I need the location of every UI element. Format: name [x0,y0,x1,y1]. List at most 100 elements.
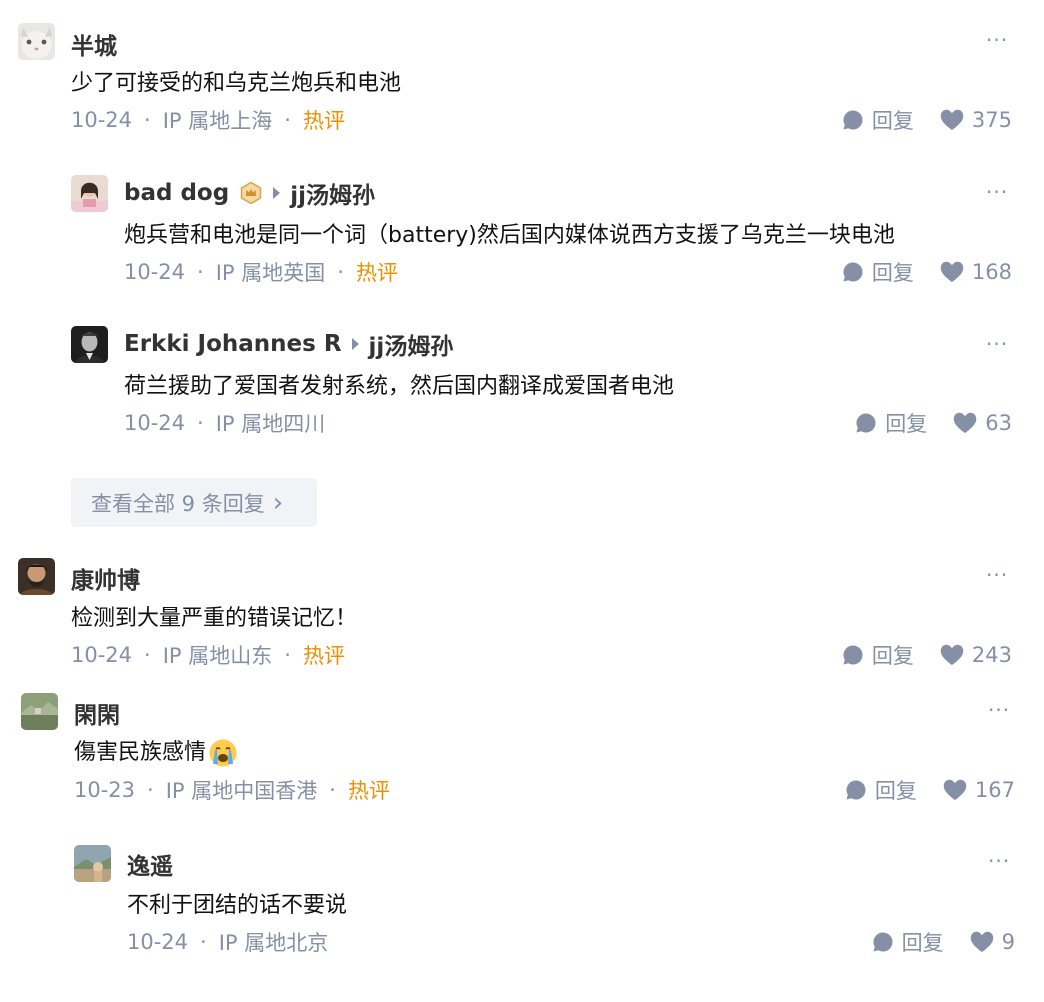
heart-icon [954,412,977,433]
comment-author[interactable]: 閑閑 [74,696,120,730]
comment-actions: 回复 167 [845,775,1015,805]
more-options-icon[interactable]: ··· [988,851,1010,871]
heart-icon [940,644,964,665]
author-name[interactable]: 閑閑 [74,696,120,730]
heart-icon [940,109,964,130]
separator-dot: · [200,930,207,954]
like-count: 9 [1001,930,1015,954]
separator-dot: · [147,778,154,802]
more-options-icon[interactable]: ··· [986,334,1008,354]
comment-actions: 回复 9 [872,927,1015,957]
separator-dot: · [144,108,151,132]
like-button[interactable]: 63 [953,411,1012,435]
ip-location: IP 属地北京 [218,931,329,955]
ip-location: IP 属地山东 [162,644,273,668]
chat-bubble-icon [873,932,893,952]
chat-bubble-icon [843,110,863,130]
comment-meta: 10-24 · IP 属地英国 · 热评 [124,257,398,287]
reply-label: 回复 [871,109,914,133]
like-count: 168 [971,260,1012,284]
separator-dot: · [284,643,291,667]
view-all-replies-button[interactable]: 查看全部 9 条回复 › [71,478,317,527]
comment-actions: 回复 375 [842,105,1012,135]
heart-icon [970,931,993,952]
reply-label: 回复 [885,412,928,436]
crown-badge-icon [240,181,262,205]
reply-to-user[interactable]: jj汤姆孙 [290,176,375,210]
author-name[interactable]: bad dog [124,180,229,206]
comment-meta: 10-24 · IP 属地山东 · 热评 [71,640,345,670]
comment-author: Erkki Johannes R jj汤姆孙 [124,327,453,361]
reply-button[interactable]: 回复 [842,105,914,135]
hot-comment-tag: 热评 [302,644,345,668]
chat-bubble-icon [843,645,863,665]
comment-author[interactable]: 逸遥 [127,847,173,881]
like-button[interactable]: 167 [943,778,1015,802]
hot-comment-tag: 热评 [347,779,390,803]
comment-meta: 10-24 · IP 属地四川 [124,408,325,438]
more-options-icon[interactable]: ··· [988,700,1010,720]
avatar[interactable] [74,845,111,882]
chevron-right-icon: › [272,487,284,518]
heart-icon [940,261,964,282]
like-button[interactable]: 243 [940,643,1012,667]
comment-text-body: 傷害民族感情 [74,740,207,765]
separator-dot: · [329,778,336,802]
ip-location: IP 属地英国 [215,261,326,285]
hot-comment-tag: 热评 [302,109,345,133]
author-name[interactable]: Erkki Johannes R [124,331,342,357]
avatar[interactable] [71,326,108,363]
comment-date: 10-24 [127,930,189,954]
separator-dot: · [337,260,344,284]
comment-text: 不利于团结的话不要说 [127,893,348,918]
avatar[interactable] [71,175,108,212]
comment-text: 荷兰援助了爱国者发射系统，然后国内翻译成爱国者电池 [124,374,675,399]
reply-arrow-icon [273,187,281,199]
comment-date: 10-24 [71,108,133,132]
more-options-icon[interactable]: ··· [986,182,1008,202]
crying-face-emoji [209,739,237,767]
like-button[interactable]: 168 [940,260,1012,284]
comment-text: 炮兵营和电池是同一个词（battery)然后国内媒体说西方支援了乌克兰一块电池 [124,223,895,248]
avatar[interactable] [18,23,55,60]
heart-icon [943,779,967,800]
comment-date: 10-24 [124,260,186,284]
reply-label: 回复 [871,261,914,285]
ip-location: IP 属地中国香港 [165,779,318,803]
reply-button[interactable]: 回复 [842,257,914,287]
reply-button[interactable]: 回复 [845,775,917,805]
reply-to-user[interactable]: jj汤姆孙 [369,327,454,361]
reply-label: 回复 [871,644,914,668]
reply-button[interactable]: 回复 [855,408,927,438]
comment-text: 傷害民族感情 [74,734,238,768]
author-name[interactable]: 康帅博 [71,561,140,595]
author-name[interactable]: 逸遥 [127,847,173,881]
comment-author[interactable]: 康帅博 [71,561,140,595]
more-options-icon[interactable]: ··· [986,30,1008,50]
separator-dot: · [284,108,291,132]
chat-bubble-icon [843,262,863,282]
comment-date: 10-24 [124,411,186,435]
comment-text: 少了可接受的和乌克兰炮兵和电池 [71,71,402,96]
reply-button[interactable]: 回复 [842,640,914,670]
comment-actions: 回复 168 [842,257,1012,287]
like-count: 167 [974,778,1015,802]
avatar[interactable] [21,693,58,730]
separator-dot: · [144,643,151,667]
like-count: 63 [985,411,1012,435]
comment-actions: 回复 63 [855,408,1012,438]
comment-actions: 回复 243 [842,640,1012,670]
comment-date: 10-24 [71,643,133,667]
reply-label: 回复 [901,931,944,955]
view-all-label: 查看全部 9 条回复 [91,491,265,516]
avatar[interactable] [18,558,55,595]
author-name[interactable]: 半城 [71,27,117,61]
reply-button[interactable]: 回复 [872,927,944,957]
comment-date: 10-23 [74,778,136,802]
like-button[interactable]: 9 [970,930,1015,954]
like-button[interactable]: 375 [940,108,1012,132]
reply-label: 回复 [874,779,917,803]
more-options-icon[interactable]: ··· [986,565,1008,585]
hot-comment-tag: 热评 [355,261,398,285]
comment-author[interactable]: 半城 [71,27,117,61]
